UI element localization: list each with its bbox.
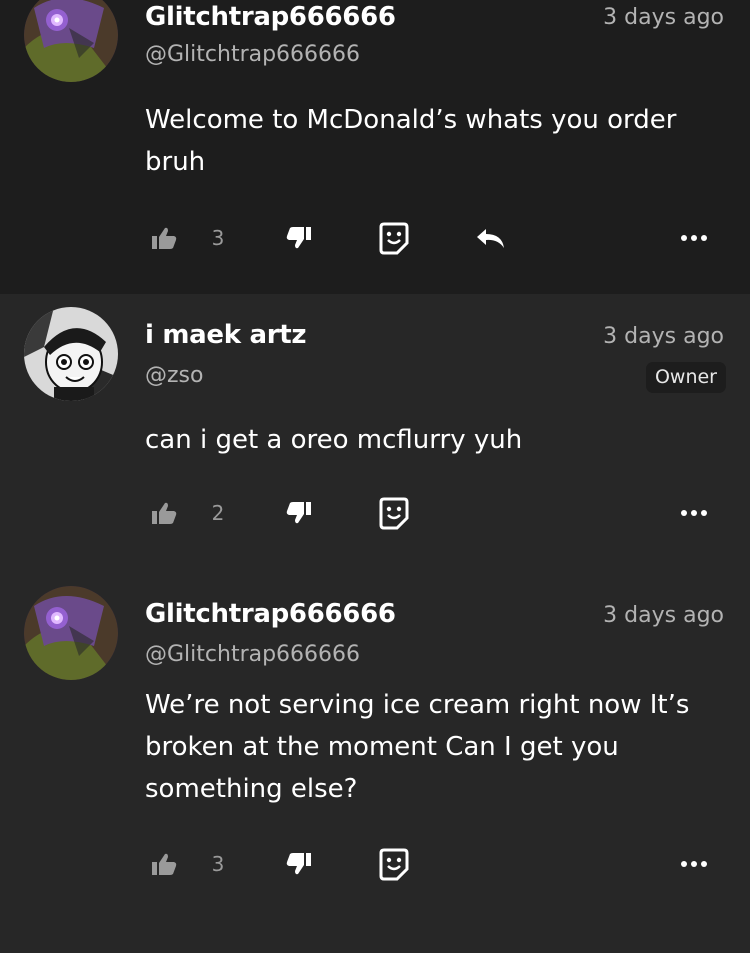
thumbs-down-icon: [286, 502, 311, 524]
cartoon-character-avatar-icon: [24, 307, 118, 401]
like-button[interactable]: [148, 844, 180, 884]
thumbs-up-icon: [152, 853, 177, 875]
like-count: 2: [211, 501, 225, 525]
like-button[interactable]: [148, 218, 180, 258]
glitchtrap-avatar-icon: [24, 0, 118, 82]
more-options-icon: [681, 235, 707, 241]
dislike-button[interactable]: [283, 493, 315, 533]
emoji-reaction-icon: [379, 222, 409, 255]
thumbs-down-icon: [286, 227, 311, 249]
author-handle[interactable]: @Glitchtrap666666: [145, 642, 360, 667]
thumbs-up-icon: [152, 502, 177, 524]
comment-text: can i get a oreo mcflurry yuh: [145, 425, 523, 455]
comment-text: Welcome to McDonald’s whats you order br…: [145, 105, 677, 177]
emoji-reaction-button[interactable]: [377, 493, 411, 533]
comment-actions: 2: [0, 493, 750, 533]
author-name[interactable]: Glitchtrap666666: [145, 599, 396, 629]
author-name[interactable]: i maek artz: [145, 320, 307, 350]
timestamp: 3 days ago: [603, 5, 724, 30]
dislike-button[interactable]: [283, 844, 315, 884]
more-options-icon: [681, 510, 707, 516]
author-handle[interactable]: @zso: [145, 363, 203, 388]
like-count: 3: [211, 226, 225, 250]
timestamp: 3 days ago: [603, 603, 724, 628]
author-handle[interactable]: @Glitchtrap666666: [145, 42, 360, 67]
thumbs-up-icon: [152, 227, 177, 249]
dislike-button[interactable]: [283, 218, 315, 258]
emoji-reaction-icon: [379, 497, 409, 530]
emoji-reaction-button[interactable]: [377, 844, 411, 884]
reply-button[interactable]: [472, 218, 508, 258]
avatar[interactable]: [24, 0, 118, 82]
more-options-button[interactable]: [676, 844, 712, 884]
comment-text: We’re not serving ice cream right now It…: [145, 690, 690, 804]
comment-actions: 3: [0, 844, 750, 884]
like-button[interactable]: [148, 493, 180, 533]
emoji-reaction-icon: [379, 848, 409, 881]
author-name[interactable]: Glitchtrap666666: [145, 2, 396, 32]
reply-icon: [477, 229, 504, 248]
avatar[interactable]: [24, 586, 118, 680]
thumbs-down-icon: [286, 853, 311, 875]
comment-item: Glitchtrap666666 @Glitchtrap666666 3 day…: [0, 0, 750, 294]
more-options-button[interactable]: [676, 493, 712, 533]
comment-item: Glitchtrap666666 @Glitchtrap666666 3 day…: [0, 573, 750, 953]
timestamp: 3 days ago: [603, 324, 724, 349]
comment-actions: 3: [0, 218, 750, 258]
comment-item: i maek artz @zso 3 days ago Owner can i …: [0, 294, 750, 573]
emoji-reaction-button[interactable]: [377, 218, 411, 258]
more-options-button[interactable]: [676, 218, 712, 258]
avatar[interactable]: [24, 307, 118, 401]
glitchtrap-avatar-icon: [24, 586, 118, 680]
more-options-icon: [681, 861, 707, 867]
like-count: 3: [211, 852, 225, 876]
owner-badge: Owner: [645, 362, 726, 393]
